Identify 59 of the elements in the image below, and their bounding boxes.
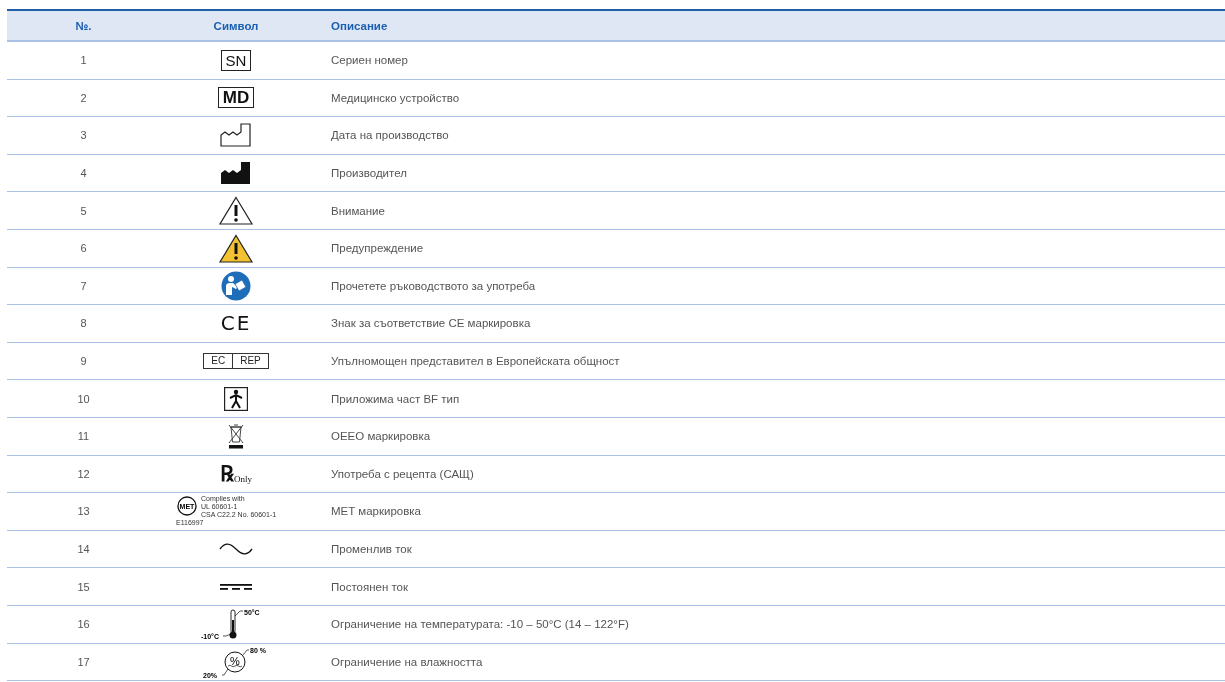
- factory-outline-icon: [220, 123, 251, 148]
- row-number: 5: [79, 204, 88, 217]
- description-text: Дата на производство: [330, 129, 450, 142]
- row-number: 10: [76, 392, 91, 405]
- row-number: 8: [79, 317, 88, 330]
- row-number: 2: [79, 91, 88, 104]
- column-header: №.: [74, 19, 93, 32]
- ce-mark: CE: [220, 311, 252, 336]
- row-number: 4: [79, 167, 88, 180]
- description-text: Знак за съответствие CE маркировка: [330, 317, 532, 330]
- leader-line: [234, 610, 244, 617]
- column-header: Символ: [212, 19, 260, 32]
- row-number: 15: [76, 580, 91, 593]
- row-number: 11: [76, 430, 91, 443]
- description-text: Производител: [330, 167, 408, 180]
- caution-icon: [218, 196, 254, 225]
- row-number: 14: [76, 543, 91, 555]
- manual-reading-icon: [221, 271, 251, 301]
- description-text: Предупреждение: [330, 242, 425, 255]
- description-text: Ограничение на влажността: [330, 655, 484, 668]
- met-mark-icon: [177, 496, 197, 517]
- crossed-bin-icon: [228, 424, 244, 449]
- humidity-circle-icon: [224, 651, 246, 673]
- description-text: Приложима част BF тип: [330, 392, 461, 405]
- rx-only-label: ℞Only: [220, 462, 252, 485]
- row-number: 3: [79, 129, 88, 142]
- row-number: 7: [79, 279, 88, 292]
- ec-rep-label: EC REP: [203, 353, 269, 370]
- thermometer-icon: [229, 609, 237, 639]
- description-text: Променлив ток: [330, 543, 413, 555]
- boxed-label: SN: [220, 49, 252, 71]
- row-number: 6: [79, 242, 88, 255]
- dc-lines-icon: [220, 583, 252, 590]
- description-text: Сериен номер: [330, 54, 409, 67]
- description-text: Упълномощен представител в Европейската общност: [330, 355, 621, 368]
- row-number: 17: [76, 655, 91, 668]
- description-text: Употреба с рецепта (САЩ): [330, 467, 475, 480]
- factory-icon: [221, 162, 250, 185]
- description-text: ОЕЕО маркировка: [330, 430, 432, 443]
- description-text: MET маркировка: [330, 505, 422, 518]
- description-text: Внимание: [330, 204, 386, 217]
- leader-line: [222, 633, 232, 637]
- description-text: Прочетете ръководството за употреба: [330, 279, 537, 292]
- description-text: Медицинско устройство: [330, 91, 461, 104]
- row-number: 9: [79, 355, 88, 368]
- row-number: 16: [76, 618, 91, 631]
- percent-sign: %: [230, 654, 240, 667]
- boxed-label: MD: [217, 87, 255, 109]
- person-in-box-icon: [224, 386, 248, 411]
- row-number: 13: [76, 505, 91, 518]
- leader-line: [242, 649, 250, 656]
- warning-icon: [218, 234, 254, 263]
- row-number: 12: [76, 467, 91, 480]
- description-text: Ограничение на температурата: -10 – 50°C (14 – 122°F): [330, 618, 630, 631]
- leader-line: [221, 668, 229, 676]
- ac-wave-icon: [219, 543, 253, 555]
- column-header: Описание: [330, 19, 389, 32]
- description-text: Постоянен ток: [330, 580, 410, 593]
- row-number: 1: [79, 54, 88, 67]
